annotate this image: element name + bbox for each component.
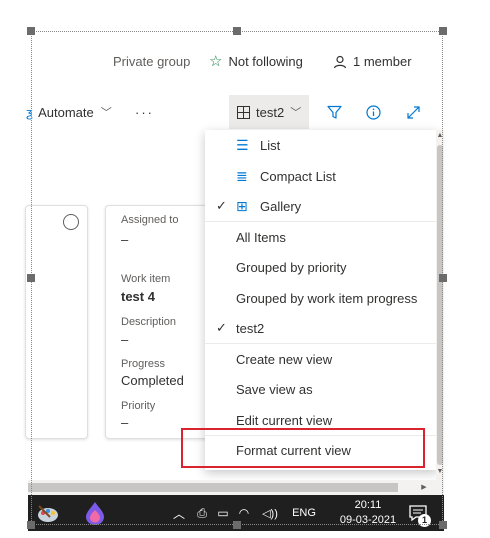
follow-button[interactable]: ☆ Not following (209, 54, 303, 69)
person-icon (333, 55, 347, 68)
follow-label: Not following (228, 54, 303, 69)
menu-item-label: test2 (236, 320, 265, 336)
field-label: Progress (121, 358, 166, 370)
menu-item-label: Compact List (260, 168, 336, 184)
menu-item-save-view-as[interactable]: Save view as (205, 374, 438, 404)
filter-icon (327, 105, 342, 119)
select-radio[interactable] (63, 214, 79, 230)
flow-icon: ƺ (26, 104, 34, 120)
resize-handle[interactable] (439, 521, 447, 529)
field-value: Completed (121, 373, 184, 388)
field-value: – (121, 332, 129, 347)
menu-item-all-items[interactable]: All Items (205, 222, 438, 252)
notification-button[interactable]: 1 (406, 495, 431, 531)
view-name-label: test2 (256, 104, 285, 120)
menu-item-grouped-priority[interactable]: Grouped by priority (205, 252, 438, 282)
scroll-right-icon[interactable]: ▶ (420, 483, 428, 491)
view-switcher-button[interactable]: test2 ﹀ (229, 95, 310, 129)
gallery-icon (237, 105, 250, 119)
members-button[interactable]: 1 member (333, 54, 412, 69)
app-icon-paint[interactable] (31, 495, 65, 531)
menu-item-label: List (260, 137, 281, 153)
menu-item-label: All Items (236, 229, 286, 245)
clock-date: 09-03-2021 (339, 514, 397, 526)
field-label: Description (121, 316, 177, 328)
field-value: test 4 (121, 289, 155, 304)
clock-time: 20:11 (354, 499, 382, 511)
group-header: Private group ☆ Not following 1 member (0, 48, 490, 78)
info-button[interactable] (366, 95, 381, 129)
menu-item-create-view[interactable]: Create new view (205, 344, 438, 374)
field-label: Priority (121, 400, 156, 412)
volume-icon[interactable]: ◁)) (257, 495, 283, 531)
meet-now-icon[interactable]: ⎙ (194, 495, 210, 531)
resize-handle[interactable] (27, 274, 35, 282)
scrollbar-thumb[interactable] (28, 483, 398, 492)
language-label: ENG (292, 507, 316, 519)
gallery-card[interactable]: Assigned to – Work item test 4 Descripti… (105, 205, 215, 439)
gallery-icon: ⊞ (236, 197, 248, 214)
highlight-box (181, 428, 425, 468)
menu-item-grouped-progress[interactable]: Grouped by work item progress (205, 283, 438, 313)
checkmark-icon: ✓ (216, 320, 227, 335)
automate-label: Automate (38, 104, 94, 120)
field-value: – (121, 415, 129, 430)
menu-item-label: Create new view (236, 351, 333, 367)
menu-item-test2[interactable]: ✓ test2 (205, 313, 438, 343)
field-value: – (121, 232, 129, 247)
resize-handle[interactable] (439, 274, 447, 282)
clock[interactable]: 20:11 09-03-2021 (338, 498, 398, 528)
resize-handle[interactable] (27, 521, 35, 529)
automate-button[interactable]: ƺ Automate ﹀ (26, 95, 112, 129)
gallery-card[interactable] (25, 205, 88, 439)
resize-handle[interactable] (233, 521, 241, 529)
menu-item-label: Edit current view (236, 412, 333, 428)
horizontal-scrollbar[interactable]: ▶ (28, 480, 444, 495)
menu-item-label: Save view as (236, 381, 313, 397)
resize-handle[interactable] (27, 27, 35, 35)
paint-icon (38, 505, 58, 522)
scrollbar-thumb[interactable] (437, 145, 443, 465)
resize-handle[interactable] (233, 27, 241, 35)
field-label: Work item (121, 273, 171, 285)
menu-item-label: Grouped by priority (236, 259, 347, 275)
privacy-text: Private group (113, 54, 191, 69)
filter-button[interactable] (327, 95, 342, 129)
expand-button[interactable] (406, 95, 421, 129)
menu-item-label: Gallery (260, 198, 302, 214)
scroll-up-icon[interactable]: ▲ (436, 132, 444, 139)
more-label: ··· (135, 104, 154, 120)
notification-badge: 1 (418, 514, 431, 527)
chevron-up-icon[interactable]: ︿ (171, 495, 187, 531)
paint-3d-icon (86, 502, 104, 525)
language-indicator[interactable]: ENG (287, 495, 321, 531)
menu-item-gallery[interactable]: ✓ ⊞ Gallery (205, 191, 438, 221)
battery-icon[interactable]: ▭ (214, 495, 232, 531)
menu-item-list[interactable]: ☰ List (205, 130, 438, 160)
checkmark-icon: ✓ (216, 198, 227, 213)
scroll-down-icon[interactable]: ▼ (436, 468, 444, 475)
expand-icon (407, 105, 420, 119)
resize-handle[interactable] (439, 27, 447, 35)
view-menu: ☰ List ≣ Compact List ✓ ⊞ Gallery All It… (205, 130, 438, 470)
more-button[interactable]: ··· (135, 95, 154, 129)
chevron-down-icon: ﹀ (100, 107, 112, 119)
info-icon (366, 104, 381, 120)
compact-list-icon: ≣ (236, 167, 248, 184)
vertical-scrollbar[interactable]: ▲ ▼ (436, 130, 444, 480)
command-bar: ƺ Automate ﹀ ··· test2 ﹀ (26, 95, 442, 129)
privacy-label: Private group (113, 54, 190, 69)
menu-item-compact-list[interactable]: ≣ Compact List (205, 161, 438, 191)
app-icon-paint3d[interactable] (78, 495, 112, 531)
chevron-down-icon: ﹀ (290, 107, 302, 119)
field-label: Assigned to (121, 214, 179, 226)
list-icon: ☰ (236, 136, 249, 153)
menu-item-label: Grouped by work item progress (236, 290, 418, 306)
members-label: 1 member (353, 54, 412, 69)
star-icon: ☆ (209, 53, 223, 70)
